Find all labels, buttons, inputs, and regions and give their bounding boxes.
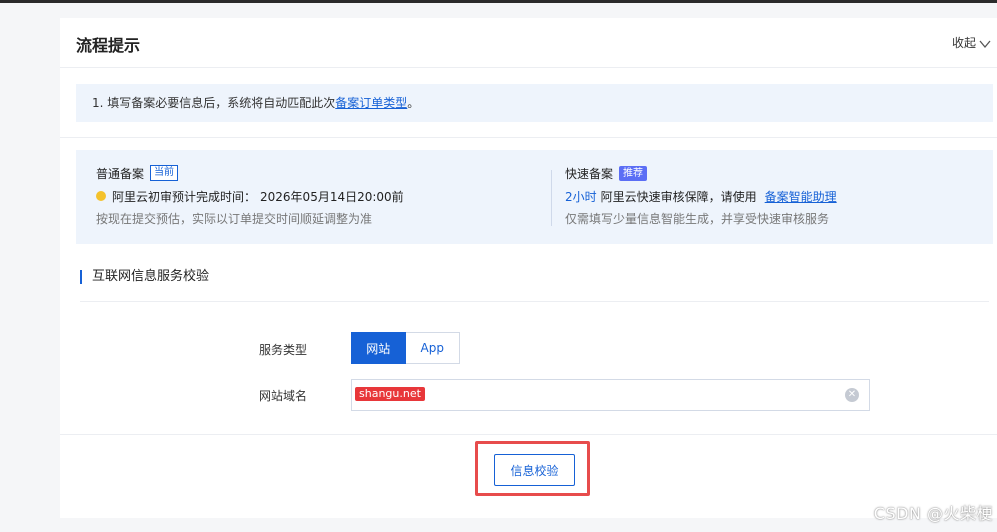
fast-filing-title: 快速备案 — [565, 166, 614, 181]
clear-icon[interactable]: ✕ — [845, 388, 859, 402]
tip-banner: 1. 填写备案必要信息后，系统将自动匹配此次备案订单类型。 — [76, 84, 993, 122]
vertical-divider — [551, 170, 552, 226]
process-card: 流程提示 收起 1. 填写备案必要信息后，系统将自动匹配此次备案订单类型。 普通… — [60, 18, 997, 518]
filing-options-panel: 普通备案 当前 阿里云初审预计完成时间： 2026年05月14日20:00前 按… — [76, 150, 993, 244]
domain-input[interactable]: shangu.net ✕ — [351, 379, 870, 411]
recommend-badge: 推荐 — [619, 165, 648, 181]
tip-text: 1. 填写备案必要信息后，系统将自动匹配此次 — [92, 96, 336, 110]
section-title: 互联网信息服务校验 — [80, 270, 209, 284]
assistant-link[interactable]: 备案智能助理 — [765, 188, 837, 205]
watermark: CSDN @火柴梗 — [873, 504, 993, 523]
chevron-down-icon — [979, 40, 991, 48]
current-badge: 当前 — [150, 165, 179, 181]
fast-filing: 快速备案 推荐 2小时 阿里云快速审核保障，请使用 备案智能助理 仅需填写少量信… — [565, 164, 837, 226]
domain-label: 网站域名 — [259, 389, 308, 403]
divider — [60, 137, 997, 138]
service-type-toggle: 网站 App — [351, 332, 460, 364]
collapse-toggle[interactable]: 收起 — [952, 34, 991, 51]
fast-time: 2小时 — [565, 189, 597, 204]
page-title: 流程提示 — [76, 36, 141, 55]
normal-filing-note: 按现在提交预估，实际以订单提交时间顺延调整为准 — [96, 212, 373, 226]
eta-value: 2026年05月14日20:00前 — [260, 189, 404, 204]
verify-button[interactable]: 信息校验 — [494, 454, 575, 486]
domain-value: shangu.net — [355, 387, 425, 401]
top-border — [0, 0, 997, 3]
order-type-link[interactable]: 备案订单类型 — [335, 96, 407, 110]
service-type-app[interactable]: App — [405, 332, 460, 364]
fast-desc: 阿里云快速审核保障，请使用 — [600, 189, 757, 204]
collapse-label: 收起 — [951, 36, 976, 50]
card-header: 流程提示 收起 — [60, 18, 997, 68]
divider — [80, 301, 989, 302]
tip-suffix: 。 — [407, 96, 420, 110]
normal-filing-title: 普通备案 — [96, 166, 145, 181]
eta-label: 阿里云初审预计完成时间： — [112, 189, 257, 204]
service-type-website[interactable]: 网站 — [351, 332, 406, 364]
service-type-label: 服务类型 — [259, 343, 308, 357]
normal-filing: 普通备案 当前 阿里云初审预计完成时间： 2026年05月14日20:00前 按… — [96, 164, 404, 226]
fast-filing-note: 仅需填写少量信息智能生成，并享受快速审核服务 — [565, 212, 830, 226]
divider — [60, 434, 997, 435]
warning-icon — [96, 191, 106, 201]
